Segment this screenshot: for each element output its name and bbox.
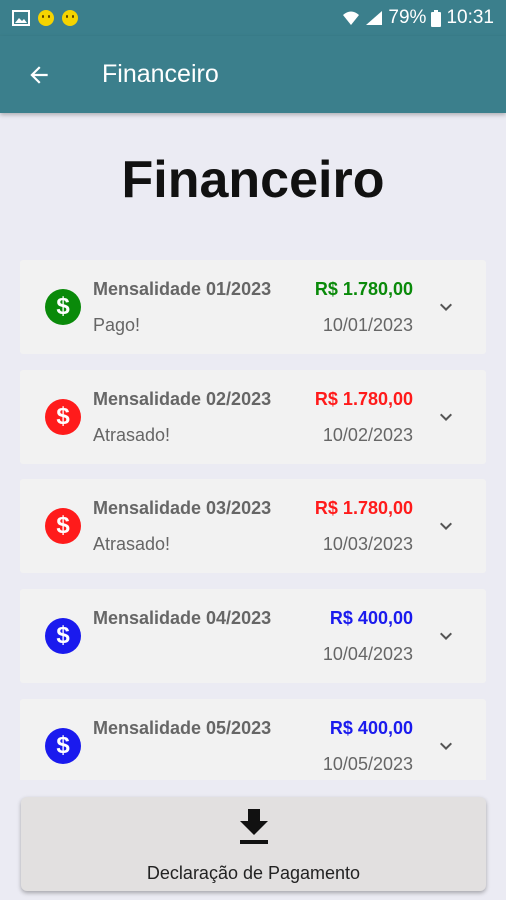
dollar-icon: $ xyxy=(45,618,81,654)
payment-title: Mensalidade 01/2023 xyxy=(93,279,272,299)
image-icon xyxy=(12,10,30,26)
smiley-icon xyxy=(38,10,54,26)
battery-icon xyxy=(431,9,442,27)
payment-date: 10/02/2023 xyxy=(322,425,413,445)
status-bar: 79% 10:31 xyxy=(0,0,506,36)
dollar-icon: $ xyxy=(45,508,81,544)
payment-status: Pago! xyxy=(93,315,141,335)
payment-amount: R$ 400,00 xyxy=(329,608,413,628)
payment-status: Atrasado! xyxy=(93,534,171,554)
payment-list[interactable]: $ Mensalidade 01/2023 Pago! R$ 1.780,00 … xyxy=(20,260,486,780)
dollar-icon: $ xyxy=(45,399,81,435)
payment-status: Atrasado! xyxy=(93,425,171,445)
chevron-down-icon[interactable] xyxy=(434,624,458,648)
chevron-down-icon[interactable] xyxy=(434,295,458,319)
arrow-back-icon xyxy=(30,65,48,84)
app-bar: Financeiro xyxy=(0,36,506,113)
payment-title: Mensalidade 05/2023 xyxy=(93,718,272,738)
back-button[interactable] xyxy=(19,55,59,95)
payment-card[interactable]: $ Mensalidade 02/2023 Atrasado! R$ 1.780… xyxy=(20,370,486,464)
payment-title: Mensalidade 04/2023 xyxy=(93,608,272,628)
dollar-icon: $ xyxy=(45,728,81,764)
notification-icons xyxy=(0,10,78,26)
payment-date: 10/05/2023 xyxy=(322,754,413,774)
payment-card[interactable]: $ Mensalidade 01/2023 Pago! R$ 1.780,00 … xyxy=(20,260,486,354)
payment-declaration-label: Declaração de Pagamento xyxy=(146,863,361,883)
wifi-icon xyxy=(343,11,360,25)
payment-card[interactable]: $ Mensalidade 03/2023 Atrasado! R$ 1.780… xyxy=(20,479,486,573)
battery-percent: 79% xyxy=(388,7,427,28)
chevron-down-icon[interactable] xyxy=(434,734,458,758)
page-title: Financeiro xyxy=(121,151,385,209)
payment-date: 10/01/2023 xyxy=(322,315,413,335)
payment-amount: R$ 1.780,00 xyxy=(314,389,413,409)
payment-card[interactable]: $ Mensalidade 04/2023 R$ 400,00 10/04/20… xyxy=(20,589,486,683)
payment-title: Mensalidade 02/2023 xyxy=(93,389,272,409)
chevron-down-icon[interactable] xyxy=(434,405,458,429)
payment-title: Mensalidade 03/2023 xyxy=(93,498,272,518)
signal-icon xyxy=(366,11,383,25)
chevron-down-icon[interactable] xyxy=(434,514,458,538)
payment-amount: R$ 400,00 xyxy=(329,718,413,738)
download-icon xyxy=(240,809,268,844)
payment-card[interactable]: $ Mensalidade 05/2023 R$ 400,00 10/05/20… xyxy=(20,699,486,780)
app-bar-title: Financeiro xyxy=(102,60,219,88)
payment-declaration-button[interactable]: Declaração de Pagamento xyxy=(21,797,486,891)
clock: 10:31 xyxy=(446,7,494,28)
payment-date: 10/04/2023 xyxy=(322,644,413,664)
payment-amount: R$ 1.780,00 xyxy=(314,279,413,299)
dollar-icon: $ xyxy=(45,289,81,325)
smiley-icon xyxy=(62,10,78,26)
payment-date: 10/03/2023 xyxy=(322,534,413,554)
payment-amount: R$ 1.780,00 xyxy=(314,498,413,518)
